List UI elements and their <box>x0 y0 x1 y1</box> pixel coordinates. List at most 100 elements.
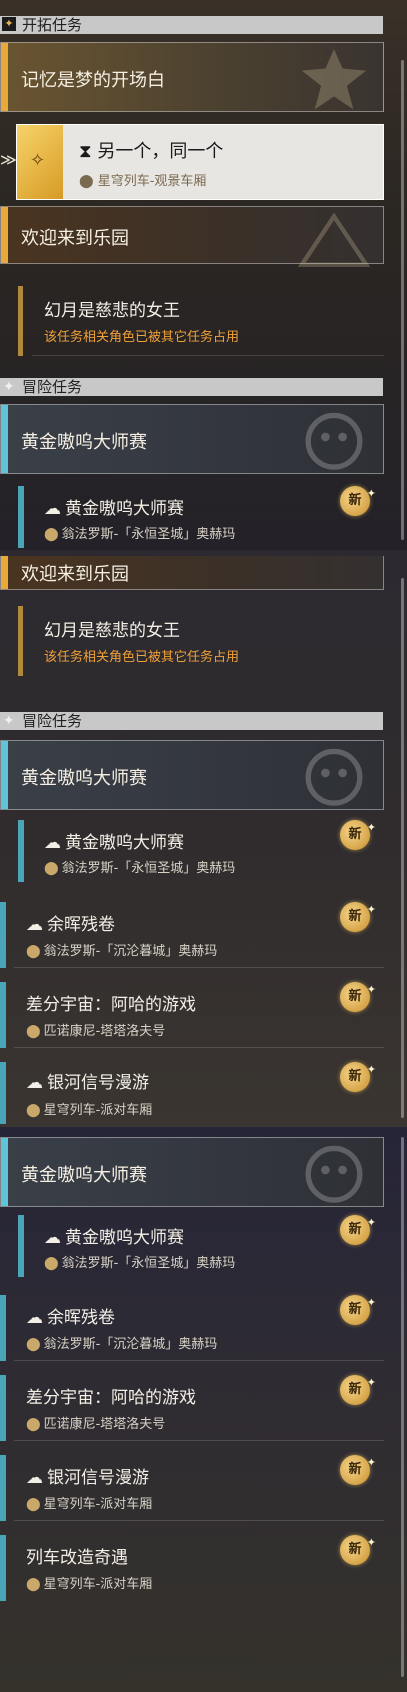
quest-accent-bar <box>0 982 6 1048</box>
quest-location: ⬤ 翁法罗斯-「永恒圣城」奥赫玛 <box>44 1256 236 1271</box>
category-golden[interactable]: 黄金嗷呜大师赛 <box>0 740 384 810</box>
category-title: 欢迎来到乐园 <box>21 228 129 249</box>
quest-diverse[interactable]: 差分宇宙：阿哈的游戏 ⬤ 匹诺康尼-塔塔洛夫号 新 <box>0 975 384 1048</box>
quest-note: 该任务相关角色已被其它任务占用 <box>44 650 240 665</box>
category-accent-bar <box>1 556 8 589</box>
quest-accent-bar <box>18 486 24 548</box>
category-welcome[interactable]: 欢迎来到乐园 <box>0 206 384 267</box>
new-badge-icon: 新 <box>340 1448 376 1485</box>
paw-icon: ☁ <box>26 1073 43 1093</box>
map-pin-icon: ⬤ <box>26 1417 41 1432</box>
quest-accent-bar <box>18 1215 24 1277</box>
quest-accent-bar <box>0 1062 6 1124</box>
paw-icon: ☁ <box>26 1468 43 1488</box>
quest-remnant[interactable]: ☁ 余晖残卷 ⬤ 翁法罗斯-「沉沦暮城」奥赫玛 新 <box>0 1288 384 1361</box>
category-golden[interactable]: 黄金嗷呜大师赛 <box>0 404 384 474</box>
section-label: 开拓任务 <box>22 16 83 34</box>
quest-remnant[interactable]: ☁ 余晖残卷 ⬤ 翁法罗斯-「沉沦暮城」奥赫玛 新 <box>0 895 384 968</box>
quest-accent-bar <box>18 606 23 676</box>
category-accent-bar <box>1 43 8 111</box>
map-pin-icon: ⬤ <box>26 944 41 959</box>
divider <box>32 355 384 356</box>
quest-title: 幻月是慈悲的女王 <box>44 621 180 641</box>
new-badge-icon: 新 <box>340 813 376 850</box>
quest-location: ⬤ 翁法罗斯-「永恒圣城」奥赫玛 <box>44 527 236 542</box>
quest-title: ⧗ 另一个，同一个 <box>79 141 224 162</box>
category-accent-bar <box>1 405 8 473</box>
new-badge-icon: 新 <box>340 895 376 932</box>
emblem-icon <box>301 49 367 110</box>
quest-panel-3: 黄金嗷呜大师赛 ☁黄金嗷呜大师赛 ⬤翁法罗斯-「永恒圣城」奥赫玛 新 ☁余晖残卷… <box>0 1127 407 1692</box>
quest-location: ⬤ 星穹列车-派对车厢 <box>26 1103 153 1118</box>
quest-golden[interactable]: ☁ 黄金嗷呜大师赛 ⬤ 翁法罗斯-「永恒圣城」奥赫玛 新 <box>18 1208 384 1277</box>
paw-icon: ☁ <box>44 833 61 853</box>
category-accent-bar <box>1 207 8 263</box>
quest-title: ☁ 余晖残卷 <box>26 915 115 935</box>
category-welcome[interactable]: 欢迎来到乐园 <box>0 556 384 590</box>
map-pin-icon: ⬤ <box>26 1577 41 1592</box>
map-pin-icon: ⬤ <box>26 1337 41 1352</box>
scrollbar[interactable] <box>401 1137 404 1677</box>
new-badge-icon: 新 <box>340 1368 376 1405</box>
quest-another-selected[interactable]: ✧ ⧗ 另一个，同一个 ⬤ 星穹列车-观景车厢 <box>16 124 384 200</box>
quest-accent-bar <box>18 820 24 882</box>
quest-accent-bar <box>0 1295 6 1361</box>
scrollbar[interactable] <box>401 60 404 540</box>
category-title: 记忆是梦的开场白 <box>21 70 165 91</box>
new-badge-icon: 新 <box>340 1055 376 1092</box>
paw-icon: ☁ <box>44 499 61 519</box>
quest-title: ☁ 黄金嗷呜大师赛 <box>44 833 184 853</box>
section-label: 冒险任务 <box>22 712 83 730</box>
category-accent-bar <box>1 741 8 809</box>
quest-accent-bar <box>0 902 6 968</box>
section-header-trailblaze: ✦ 开拓任务 <box>0 16 383 34</box>
new-badge-icon: 新 <box>340 1288 376 1325</box>
scrollbar[interactable] <box>401 578 404 1118</box>
quest-title: ☁ 余晖残卷 <box>26 1308 115 1328</box>
mascot-emblem-icon <box>305 1145 363 1203</box>
quest-title: ☁ 银河信号漫游 <box>26 1073 149 1093</box>
quest-accent-bar <box>0 1375 6 1441</box>
quest-galaxy[interactable]: ☁ 银河信号漫游 ⬤ 星穹列车-派对车厢 新 <box>0 1055 384 1124</box>
quest-title: 列车改造奇遇 <box>26 1548 128 1568</box>
emblem-icon <box>297 212 371 267</box>
quest-panel-2: 欢迎来到乐园 幻月是慈悲的女王 该任务相关角色已被其它任务占用 ✦ 冒险任务 黄… <box>0 550 407 1127</box>
quest-accent-bar <box>0 1455 6 1521</box>
quest-train[interactable]: 列车改造奇遇 ⬤ 星穹列车-派对车厢 新 <box>0 1528 384 1601</box>
hourglass-icon: ⧗ <box>79 141 98 162</box>
category-title: 欢迎来到乐园 <box>21 564 129 585</box>
category-title: 黄金嗷呜大师赛 <box>21 768 147 789</box>
quest-title: ☁ 黄金嗷呜大师赛 <box>44 499 184 519</box>
new-badge-icon: 新 <box>340 1528 376 1565</box>
quest-location: ⬤ 翁法罗斯-「永恒圣城」奥赫玛 <box>44 861 236 876</box>
new-badge-icon: 新 <box>340 975 376 1012</box>
quest-location: ⬤ 星穹列车-观景车厢 <box>79 174 207 189</box>
quest-location: ⬤ 翁法罗斯-「沉沦暮城」奥赫玛 <box>26 1337 218 1352</box>
quest-phantylia[interactable]: 幻月是慈悲的女王 该任务相关角色已被其它任务占用 <box>18 606 384 676</box>
quest-note: 该任务相关角色已被其它任务占用 <box>44 330 240 345</box>
selection-pointer-icon: ≫ <box>0 150 17 169</box>
quest-accent-bar <box>18 286 23 356</box>
category-memory[interactable]: 记忆是梦的开场白 <box>0 42 384 112</box>
paw-icon: ☁ <box>26 915 43 935</box>
mascot-emblem-icon <box>305 412 363 470</box>
category-accent-bar <box>1 1138 8 1206</box>
quest-location: ⬤ 星穹列车-派对车厢 <box>26 1577 153 1592</box>
quest-golden[interactable]: ☁ 黄金嗷呜大师赛 ⬤ 翁法罗斯-「永恒圣城」奥赫玛 新 <box>18 813 384 882</box>
quest-phantylia[interactable]: 幻月是慈悲的女王 该任务相关角色已被其它任务占用 <box>18 286 384 356</box>
map-pin-icon: ⬤ <box>26 1024 41 1039</box>
quest-title: ☁ 黄金嗷呜大师赛 <box>44 1228 184 1248</box>
quest-title: 差分宇宙：阿哈的游戏 <box>26 1388 196 1408</box>
quest-location: ⬤ 匹诺康尼-塔塔洛夫号 <box>26 1024 166 1039</box>
divider <box>14 1360 384 1361</box>
quest-golden[interactable]: ☁ 黄金嗷呜大师赛 ⬤ 翁法罗斯-「永恒圣城」奥赫玛 新 <box>18 479 384 548</box>
quest-galaxy[interactable]: ☁ 银河信号漫游 ⬤ 星穹列车-派对车厢 新 <box>0 1448 384 1521</box>
trailblaze-icon: ✦ <box>2 17 16 31</box>
quest-title: ☁ 银河信号漫游 <box>26 1468 149 1488</box>
map-pin-icon: ⬤ <box>26 1103 41 1118</box>
map-pin-icon: ⬤ <box>44 1256 59 1271</box>
paw-icon: ☁ <box>44 1228 61 1248</box>
category-title: 黄金嗷呜大师赛 <box>21 432 147 453</box>
quest-diverse[interactable]: 差分宇宙：阿哈的游戏 ⬤ 匹诺康尼-塔塔洛夫号 新 <box>0 1368 384 1441</box>
category-golden[interactable]: 黄金嗷呜大师赛 <box>0 1137 384 1207</box>
